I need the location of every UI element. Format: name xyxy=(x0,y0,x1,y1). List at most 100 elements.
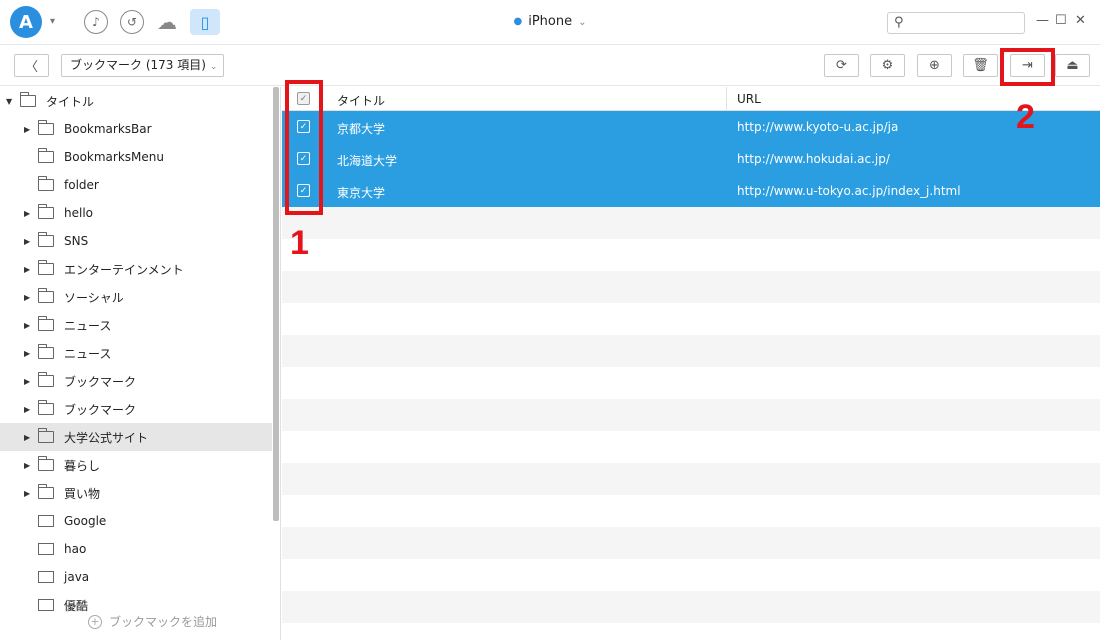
folder-icon xyxy=(38,148,54,163)
delete-button[interactable]: 🗑 xyxy=(963,54,998,77)
close-icon[interactable]: ✕ xyxy=(1075,13,1086,28)
column-header-url[interactable]: URL xyxy=(737,92,761,106)
row-title: 東京大学 xyxy=(337,186,386,200)
sidebar-item-label: 優酷 xyxy=(64,598,89,613)
expand-right-icon[interactable]: ▶ xyxy=(24,433,34,442)
expand-right-icon[interactable]: ▶ xyxy=(24,405,34,414)
minimize-icon[interactable]: — xyxy=(1036,13,1049,28)
row-url: http://www.kyoto-u.ac.jp/ja xyxy=(737,120,899,134)
sidebar-item[interactable]: ▶ ブックマーク xyxy=(0,367,272,395)
bookmark-tree: ▼ タイトル ▶ BookmarksBar BookmarksMenu folder ▶… xyxy=(0,87,281,640)
send-to-device-icon: ⏏ xyxy=(1066,58,1079,73)
empty-table-row xyxy=(282,463,1100,495)
expand-down-icon[interactable]: ▼ xyxy=(6,97,16,106)
table-row[interactable]: ✓ 京都大学 http://www.kyoto-u.ac.jp/ja xyxy=(282,111,1100,143)
sidebar-item-label: ニュース xyxy=(64,346,112,361)
folder-icon xyxy=(38,232,54,247)
title-bar: A ▾ ♪ ↺ ☁ ▯ ● iPhone ⌄ ⚲ — ☐ ✕ xyxy=(0,0,1100,45)
sidebar-item-label: ブックマーク xyxy=(64,402,137,417)
sidebar-item[interactable]: folder xyxy=(0,171,272,199)
tree-root[interactable]: ▼ タイトル xyxy=(0,87,272,115)
sidebar-item-label: エンターテインメント xyxy=(64,262,184,277)
sidebar-item[interactable]: Google xyxy=(0,507,272,535)
plus-icon: + xyxy=(88,614,102,629)
folder-icon xyxy=(38,484,54,499)
sidebar-item-label: ブックマーク xyxy=(64,374,137,389)
add-bookmark-label: ブックマックを追加 xyxy=(109,615,218,629)
sidebar-item-label: BookmarksBar xyxy=(64,122,152,136)
folder-icon xyxy=(38,120,54,135)
empty-table-row xyxy=(282,303,1100,335)
sidebar-item[interactable]: hao xyxy=(0,535,272,563)
expand-right-icon[interactable]: ▶ xyxy=(24,321,34,330)
book-icon xyxy=(38,599,54,611)
empty-table-row xyxy=(282,271,1100,303)
sidebar-item-label: 暮らし xyxy=(64,458,101,473)
expand-right-icon[interactable]: ▶ xyxy=(24,461,34,470)
trash-icon: 🗑 xyxy=(972,58,989,73)
sidebar-item[interactable]: ▶ エンターテインメント xyxy=(0,255,272,283)
refresh-button[interactable]: ⟳ xyxy=(824,54,859,77)
search-input[interactable]: ⚲ xyxy=(887,12,1025,34)
sidebar-item[interactable]: ▶ ニュース xyxy=(0,339,272,367)
sidebar-item-label: Google xyxy=(64,514,107,528)
folder-icon xyxy=(20,92,36,107)
sidebar-item[interactable]: ▶ ブックマーク xyxy=(0,395,272,423)
sidebar-item[interactable]: ▶ BookmarksBar xyxy=(0,115,272,143)
expand-right-icon[interactable]: ▶ xyxy=(24,209,34,218)
empty-table-row xyxy=(282,335,1100,367)
add-button[interactable]: ⊕ xyxy=(917,54,952,77)
sidebar-item-label: hello xyxy=(64,206,93,220)
folder-icon xyxy=(38,176,54,191)
sidebar-item[interactable]: ▶ ソーシャル xyxy=(0,283,272,311)
expand-right-icon[interactable]: ▶ xyxy=(24,349,34,358)
expand-right-icon[interactable]: ▶ xyxy=(24,293,34,302)
row-title: 北海道大学 xyxy=(337,154,398,168)
sidebar-item[interactable]: BookmarksMenu xyxy=(0,143,272,171)
sidebar-item[interactable]: ▶ hello xyxy=(0,199,272,227)
sidebar-item[interactable]: java xyxy=(0,563,272,591)
sidebar-item[interactable]: ▶ SNS xyxy=(0,227,272,255)
expand-right-icon[interactable]: ▶ xyxy=(24,489,34,498)
sidebar-item-label: 買い物 xyxy=(64,486,101,501)
sidebar-scrollbar[interactable] xyxy=(273,87,279,521)
toolbar: 〈 ブックマーク (173 項目) ⌄ ⟳ ⚙ ⊕ 🗑 ⇥ ⏏ xyxy=(0,46,1100,86)
sidebar-item[interactable]: ▶ ニュース xyxy=(0,311,272,339)
sidebar-item-label: hao xyxy=(64,542,87,556)
add-icon: ⊕ xyxy=(929,58,940,73)
empty-table-row xyxy=(282,399,1100,431)
sidebar-item-label: SNS xyxy=(64,234,89,248)
sidebar-item-label: java xyxy=(64,570,90,584)
empty-table-row xyxy=(282,559,1100,591)
column-divider[interactable] xyxy=(726,87,727,111)
category-dropdown[interactable]: ブックマーク (173 項目) ⌄ xyxy=(61,54,224,77)
dropdown-label: ブックマーク (173 項目) xyxy=(70,58,206,72)
expand-right-icon[interactable]: ▶ xyxy=(24,237,34,246)
sidebar-item[interactable]: ▶ 大学公式サイト xyxy=(0,423,272,451)
expand-right-icon[interactable]: ▶ xyxy=(24,265,34,274)
column-header-title[interactable]: タイトル xyxy=(337,92,385,109)
empty-table-row xyxy=(282,431,1100,463)
sidebar-item[interactable]: ▶ 買い物 xyxy=(0,479,272,507)
table-row[interactable]: ✓ 東京大学 http://www.u-tokyo.ac.jp/index_j.ht… xyxy=(282,175,1100,207)
expand-right-icon[interactable]: ▶ xyxy=(24,125,34,134)
annotation-number-2: 2 xyxy=(1016,98,1035,136)
empty-table-row xyxy=(282,239,1100,271)
empty-table-row xyxy=(282,591,1100,623)
table-row[interactable]: ✓ 北海道大学 http://www.hokudai.ac.jp/ xyxy=(282,143,1100,175)
expand-right-icon[interactable]: ▶ xyxy=(24,377,34,386)
add-bookmark-button[interactable]: + ブックマックを追加 xyxy=(88,613,217,630)
chevron-down-icon: ⌄ xyxy=(209,62,218,72)
export-to-device-button[interactable]: ⏏ xyxy=(1055,54,1090,77)
row-title: 京都大学 xyxy=(337,122,386,136)
settings-button[interactable]: ⚙ xyxy=(870,54,905,77)
maximize-icon[interactable]: ☐ xyxy=(1055,13,1067,28)
folder-icon xyxy=(38,316,54,331)
device-name: iPhone xyxy=(528,14,573,29)
back-button[interactable]: 〈 xyxy=(14,54,49,77)
table-header: ✓ タイトル URL xyxy=(282,87,1100,111)
empty-table-row xyxy=(282,527,1100,559)
sidebar-item[interactable]: ▶ 暮らし xyxy=(0,451,272,479)
folder-icon xyxy=(38,372,54,387)
book-icon xyxy=(38,571,54,583)
